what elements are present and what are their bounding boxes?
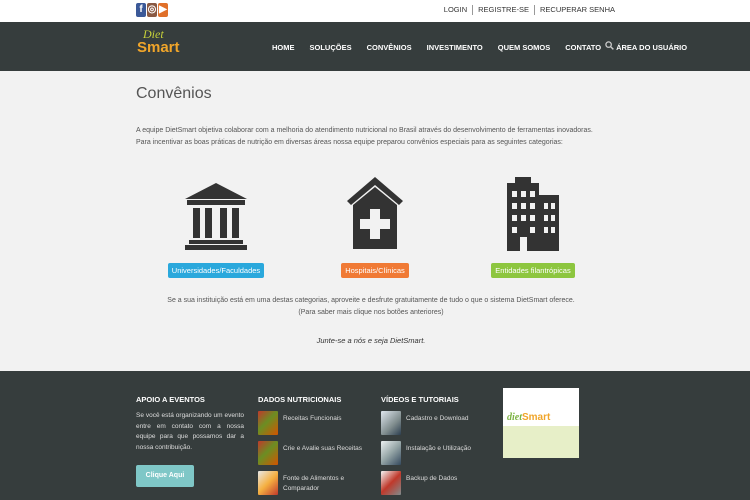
list-item-label: Fonte de Alimentos e Comparador xyxy=(283,475,345,492)
videos-tutoriais-title: VÍDEOS E TUTORIAIS xyxy=(381,395,459,404)
instagram-icon[interactable]: ◎ xyxy=(147,3,157,17)
institution-note: Se a sua instituição está em uma destas … xyxy=(136,295,606,319)
nav-area-usuario[interactable]: ÁREA DO USUÁRIO xyxy=(616,43,687,52)
logo-smart-text: Smart xyxy=(137,39,180,56)
nav-investimento[interactable]: INVESTIMENTO xyxy=(427,43,483,52)
list-item[interactable]: Receitas Funcionais xyxy=(258,411,373,441)
video-thumbnail xyxy=(381,441,401,465)
dados-nutricionais-title: DADOS NUTRICIONAIS xyxy=(258,395,342,404)
dietsmart-badge[interactable]: dietSmart xyxy=(503,388,579,458)
recipe-thumbnail xyxy=(258,441,278,465)
main-content: Convênios A equipe DietSmart objetiva co… xyxy=(0,71,750,371)
list-item[interactable]: Cadastro e Download xyxy=(381,411,496,441)
nav-contato[interactable]: CONTATO xyxy=(565,43,601,52)
food-thumbnail xyxy=(258,471,278,495)
clique-aqui-button[interactable]: Clique Aqui xyxy=(136,465,194,487)
badge-stripe xyxy=(503,426,579,458)
intro-line-2: Para incentivar as boas práticas de nutr… xyxy=(136,139,563,146)
list-item[interactable]: Crie e Avalie suas Receitas xyxy=(258,441,373,471)
list-item-label: Receitas Funcionais xyxy=(283,415,342,422)
university-icon xyxy=(185,183,247,250)
list-item-label: Instalação e Utilização xyxy=(406,445,472,452)
note-line-1: Se a sua instituição está em uma destas … xyxy=(167,297,575,304)
nav-home[interactable]: HOME xyxy=(272,43,295,52)
category-philanthropic: Entidades filantrópicas xyxy=(478,171,588,278)
nav-quem-somos[interactable]: QUEM SOMOS xyxy=(498,43,551,52)
header: Diet Smart HOME SOLUÇÕES CONVÊNIOS INVES… xyxy=(0,22,750,71)
hospital-icon xyxy=(347,177,403,249)
list-item-label: Cadastro e Download xyxy=(406,415,469,422)
badge-logo: dietSmart xyxy=(507,412,551,423)
apoio-eventos-title: APOIO A EVENTOS xyxy=(136,395,205,404)
intro-text: A equipe DietSmart objetiva colaborar co… xyxy=(136,125,606,149)
page-title: Convênios xyxy=(136,85,212,102)
category-hospitals: Hospitais/Clínicas xyxy=(320,171,430,278)
top-bar: f ◎ ▶ LOGIN REGISTRE-SE RECUPERAR SENHA xyxy=(0,0,750,22)
list-item[interactable]: Fonte de Alimentos e Comparador xyxy=(258,471,373,500)
apoio-eventos-text: Se você está organizando um evento entre… xyxy=(136,412,244,451)
register-link[interactable]: REGISTRE-SE xyxy=(472,5,534,15)
dietsmart-logo[interactable]: Diet Smart xyxy=(137,28,180,56)
note-line-2: (Para saber mais clique nos botões anter… xyxy=(298,309,444,316)
search-icon[interactable] xyxy=(605,41,614,50)
login-link[interactable]: LOGIN xyxy=(439,5,472,15)
list-item[interactable]: Instalação e Utilização xyxy=(381,441,496,471)
video-thumbnail xyxy=(381,471,401,495)
facebook-icon[interactable]: f xyxy=(136,3,146,17)
buildings-icon xyxy=(507,177,559,251)
youtube-icon[interactable]: ▶ xyxy=(158,3,168,17)
category-universities: Universidades/Faculdades xyxy=(161,171,271,278)
list-item-label: Crie e Avalie suas Receitas xyxy=(283,445,363,452)
recover-password-link[interactable]: RECUPERAR SENHA xyxy=(533,5,620,15)
join-text: Junte-se a nós e seja DietSmart. xyxy=(316,336,426,345)
recipe-thumbnail xyxy=(258,411,278,435)
footer: APOIO A EVENTOS Se você está organizando… xyxy=(0,371,750,500)
list-item-label: Backup de Dados xyxy=(406,475,458,482)
philanthropic-button[interactable]: Entidades filantrópicas xyxy=(491,263,575,278)
account-links: LOGIN REGISTRE-SE RECUPERAR SENHA xyxy=(439,5,620,15)
list-item[interactable]: Backup de Dados xyxy=(381,471,496,500)
main-nav: HOME SOLUÇÕES CONVÊNIOS INVESTIMENTO QUE… xyxy=(272,43,687,52)
dados-nutricionais-list: Receitas Funcionais Crie e Avalie suas R… xyxy=(258,411,373,500)
social-links: f ◎ ▶ xyxy=(136,3,168,17)
nav-solucoes[interactable]: SOLUÇÕES xyxy=(310,43,352,52)
video-thumbnail xyxy=(381,411,401,435)
videos-tutoriais-list: Cadastro e Download Instalação e Utiliza… xyxy=(381,411,496,500)
intro-line-1: A equipe DietSmart objetiva colaborar co… xyxy=(136,127,593,134)
hospitals-button[interactable]: Hospitais/Clínicas xyxy=(341,263,409,278)
nav-convenios[interactable]: CONVÊNIOS xyxy=(367,43,412,52)
universities-button[interactable]: Universidades/Faculdades xyxy=(167,263,265,278)
